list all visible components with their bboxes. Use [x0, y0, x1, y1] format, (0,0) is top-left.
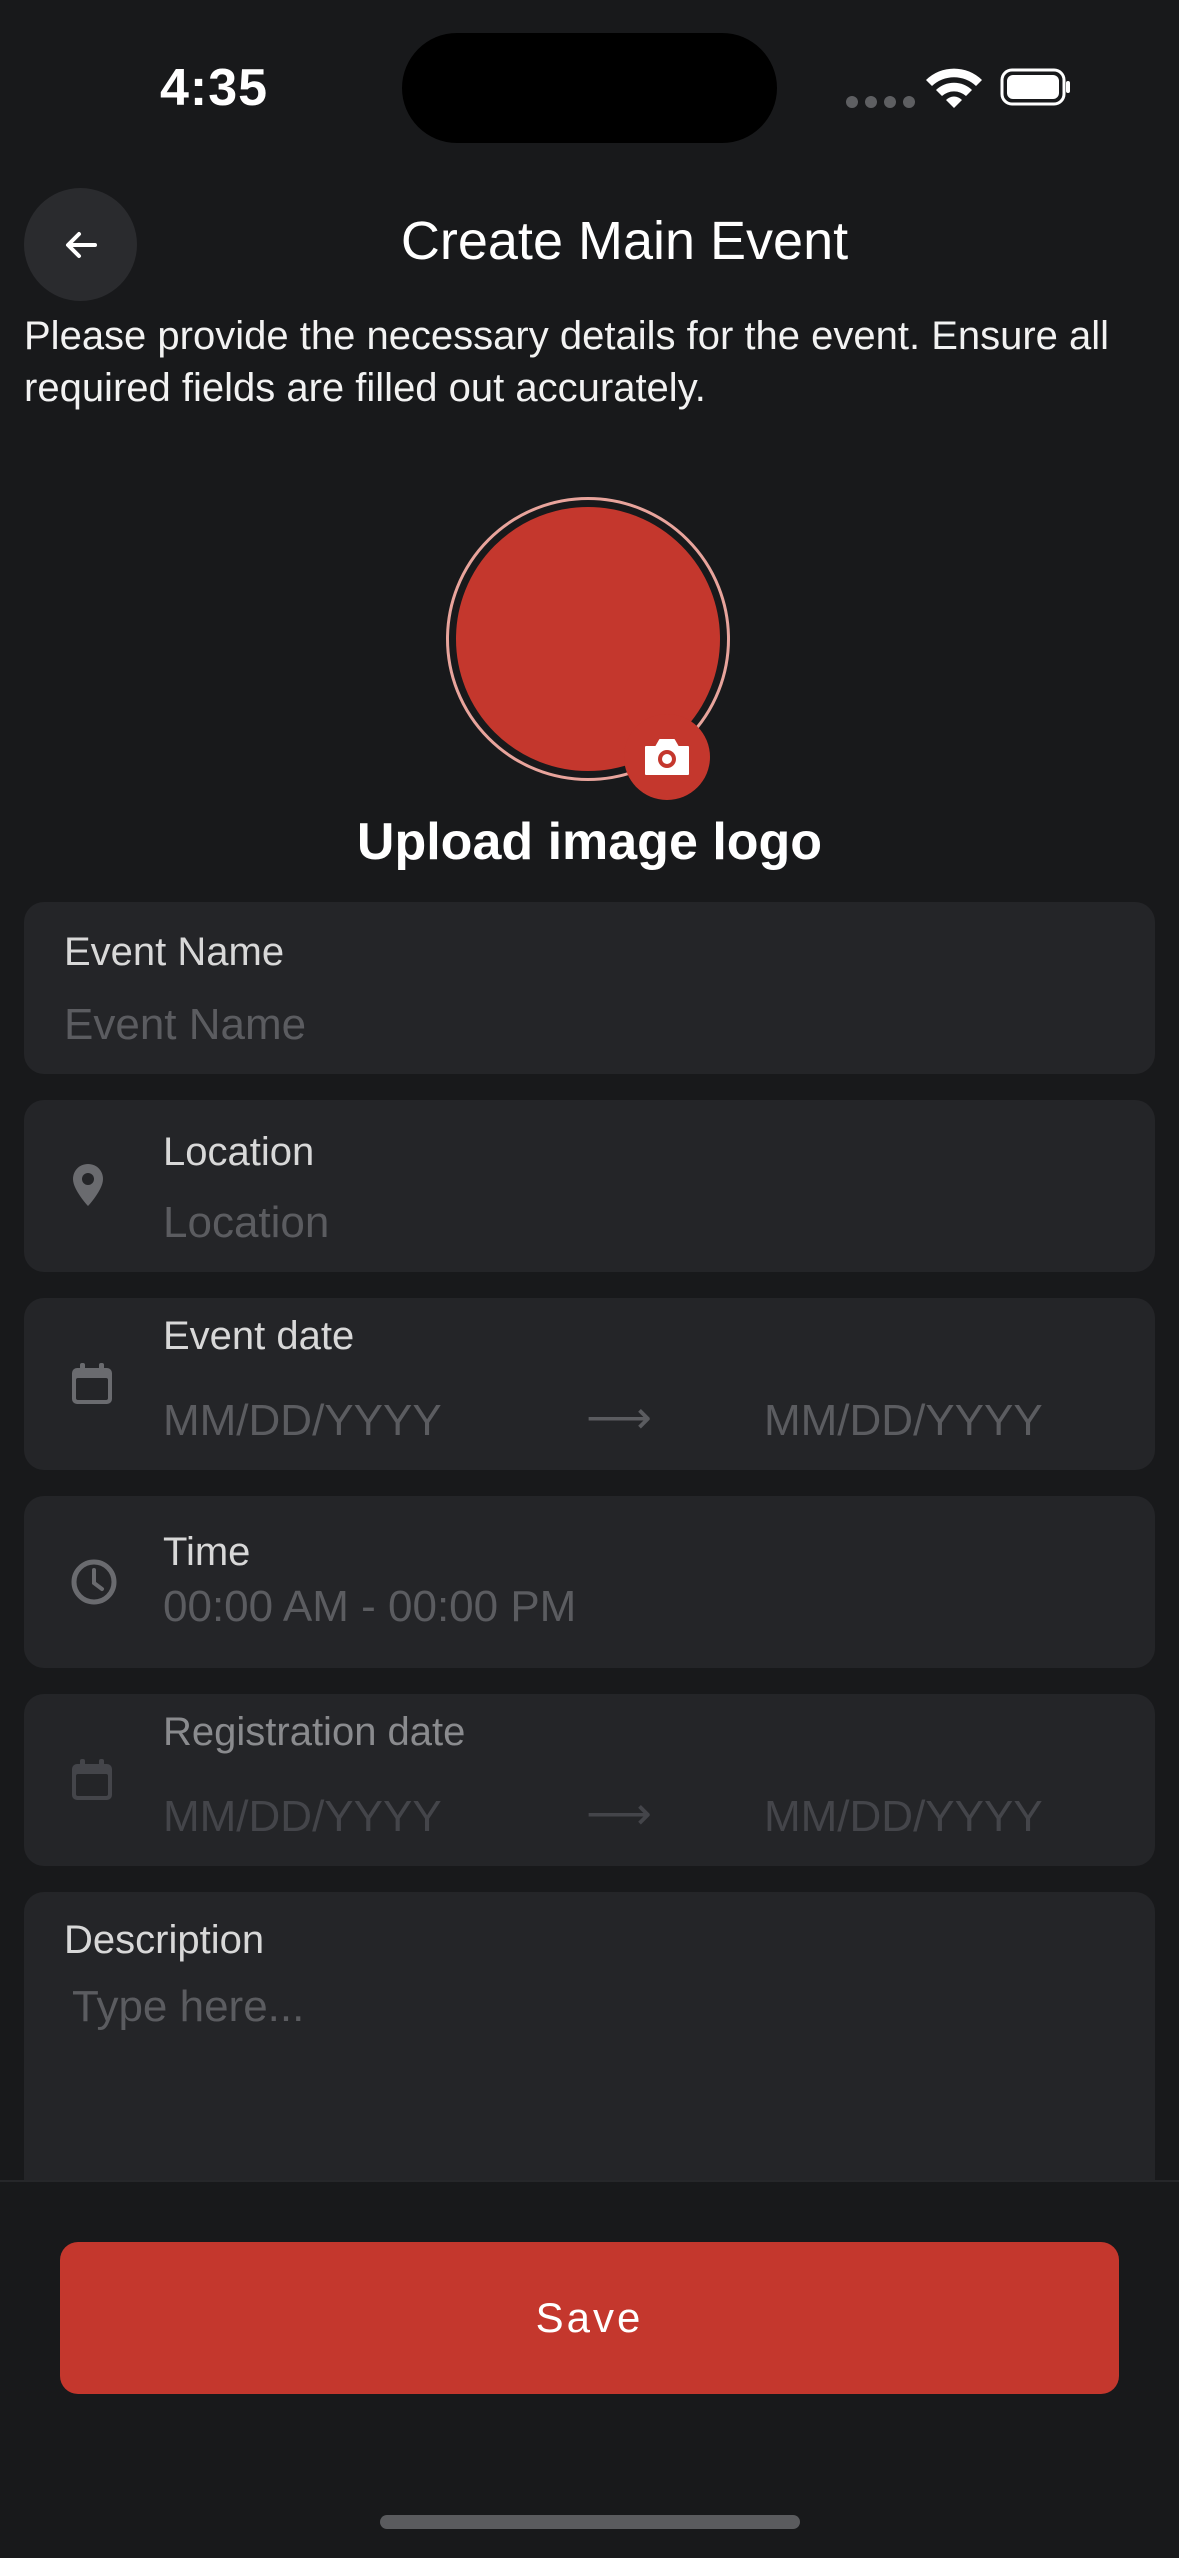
registration-end-date-input[interactable]: MM/DD/YYYY	[764, 1792, 1043, 1842]
camera-icon	[645, 739, 689, 775]
event-start-date-input[interactable]: MM/DD/YYYY	[163, 1396, 442, 1446]
status-time: 4:35	[160, 59, 269, 117]
clock-icon	[71, 1559, 117, 1605]
battery-icon	[1000, 68, 1070, 106]
calendar-icon	[72, 1363, 112, 1404]
registration-date-label: Registration date	[163, 1710, 466, 1754]
event-date-field[interactable]: Event date MM/DD/YYYY ⟶ MM/DD/YYYY	[24, 1298, 1155, 1470]
location-field[interactable]: Location Location	[24, 1100, 1155, 1272]
time-input[interactable]: 00:00 AM - 00:00 PM	[163, 1582, 576, 1632]
event-date-label: Event date	[163, 1314, 355, 1358]
description-field[interactable]: Description Type here...	[24, 1892, 1155, 2192]
time-field[interactable]: Time 00:00 AM - 00:00 PM	[24, 1496, 1155, 1668]
camera-button[interactable]	[624, 714, 710, 800]
event-end-date-input[interactable]: MM/DD/YYYY	[764, 1396, 1043, 1446]
location-input[interactable]: Location	[163, 1198, 329, 1248]
location-pin-icon	[73, 1164, 103, 1206]
date-range-arrow-icon: ⟶	[586, 1787, 652, 1839]
wifi-icon	[926, 68, 982, 108]
description-label: Description	[64, 1918, 265, 1962]
location-label: Location	[163, 1130, 315, 1174]
home-indicator[interactable]	[380, 2515, 800, 2529]
event-name-input[interactable]: Event Name	[64, 1000, 306, 1050]
intro-text: Please provide the necessary details for…	[24, 314, 1110, 410]
registration-start-date-input[interactable]: MM/DD/YYYY	[163, 1792, 442, 1842]
page-title: Create Main Event	[400, 211, 849, 271]
description-textarea[interactable]: Type here...	[72, 1982, 304, 2032]
date-range-arrow-icon: ⟶	[586, 1391, 652, 1443]
upload-logo-label: Upload image logo	[356, 813, 823, 871]
dynamic-island	[402, 33, 777, 143]
registration-date-field[interactable]: Registration date MM/DD/YYYY ⟶ MM/DD/YYY…	[24, 1694, 1155, 1866]
save-button[interactable]: Save	[60, 2242, 1119, 2394]
event-name-label: Event Name	[64, 930, 285, 974]
calendar-icon	[72, 1759, 112, 1800]
cellular-signal-icon	[846, 96, 915, 108]
time-label: Time	[163, 1530, 251, 1574]
event-name-field[interactable]: Event Name Event Name	[24, 902, 1155, 1074]
